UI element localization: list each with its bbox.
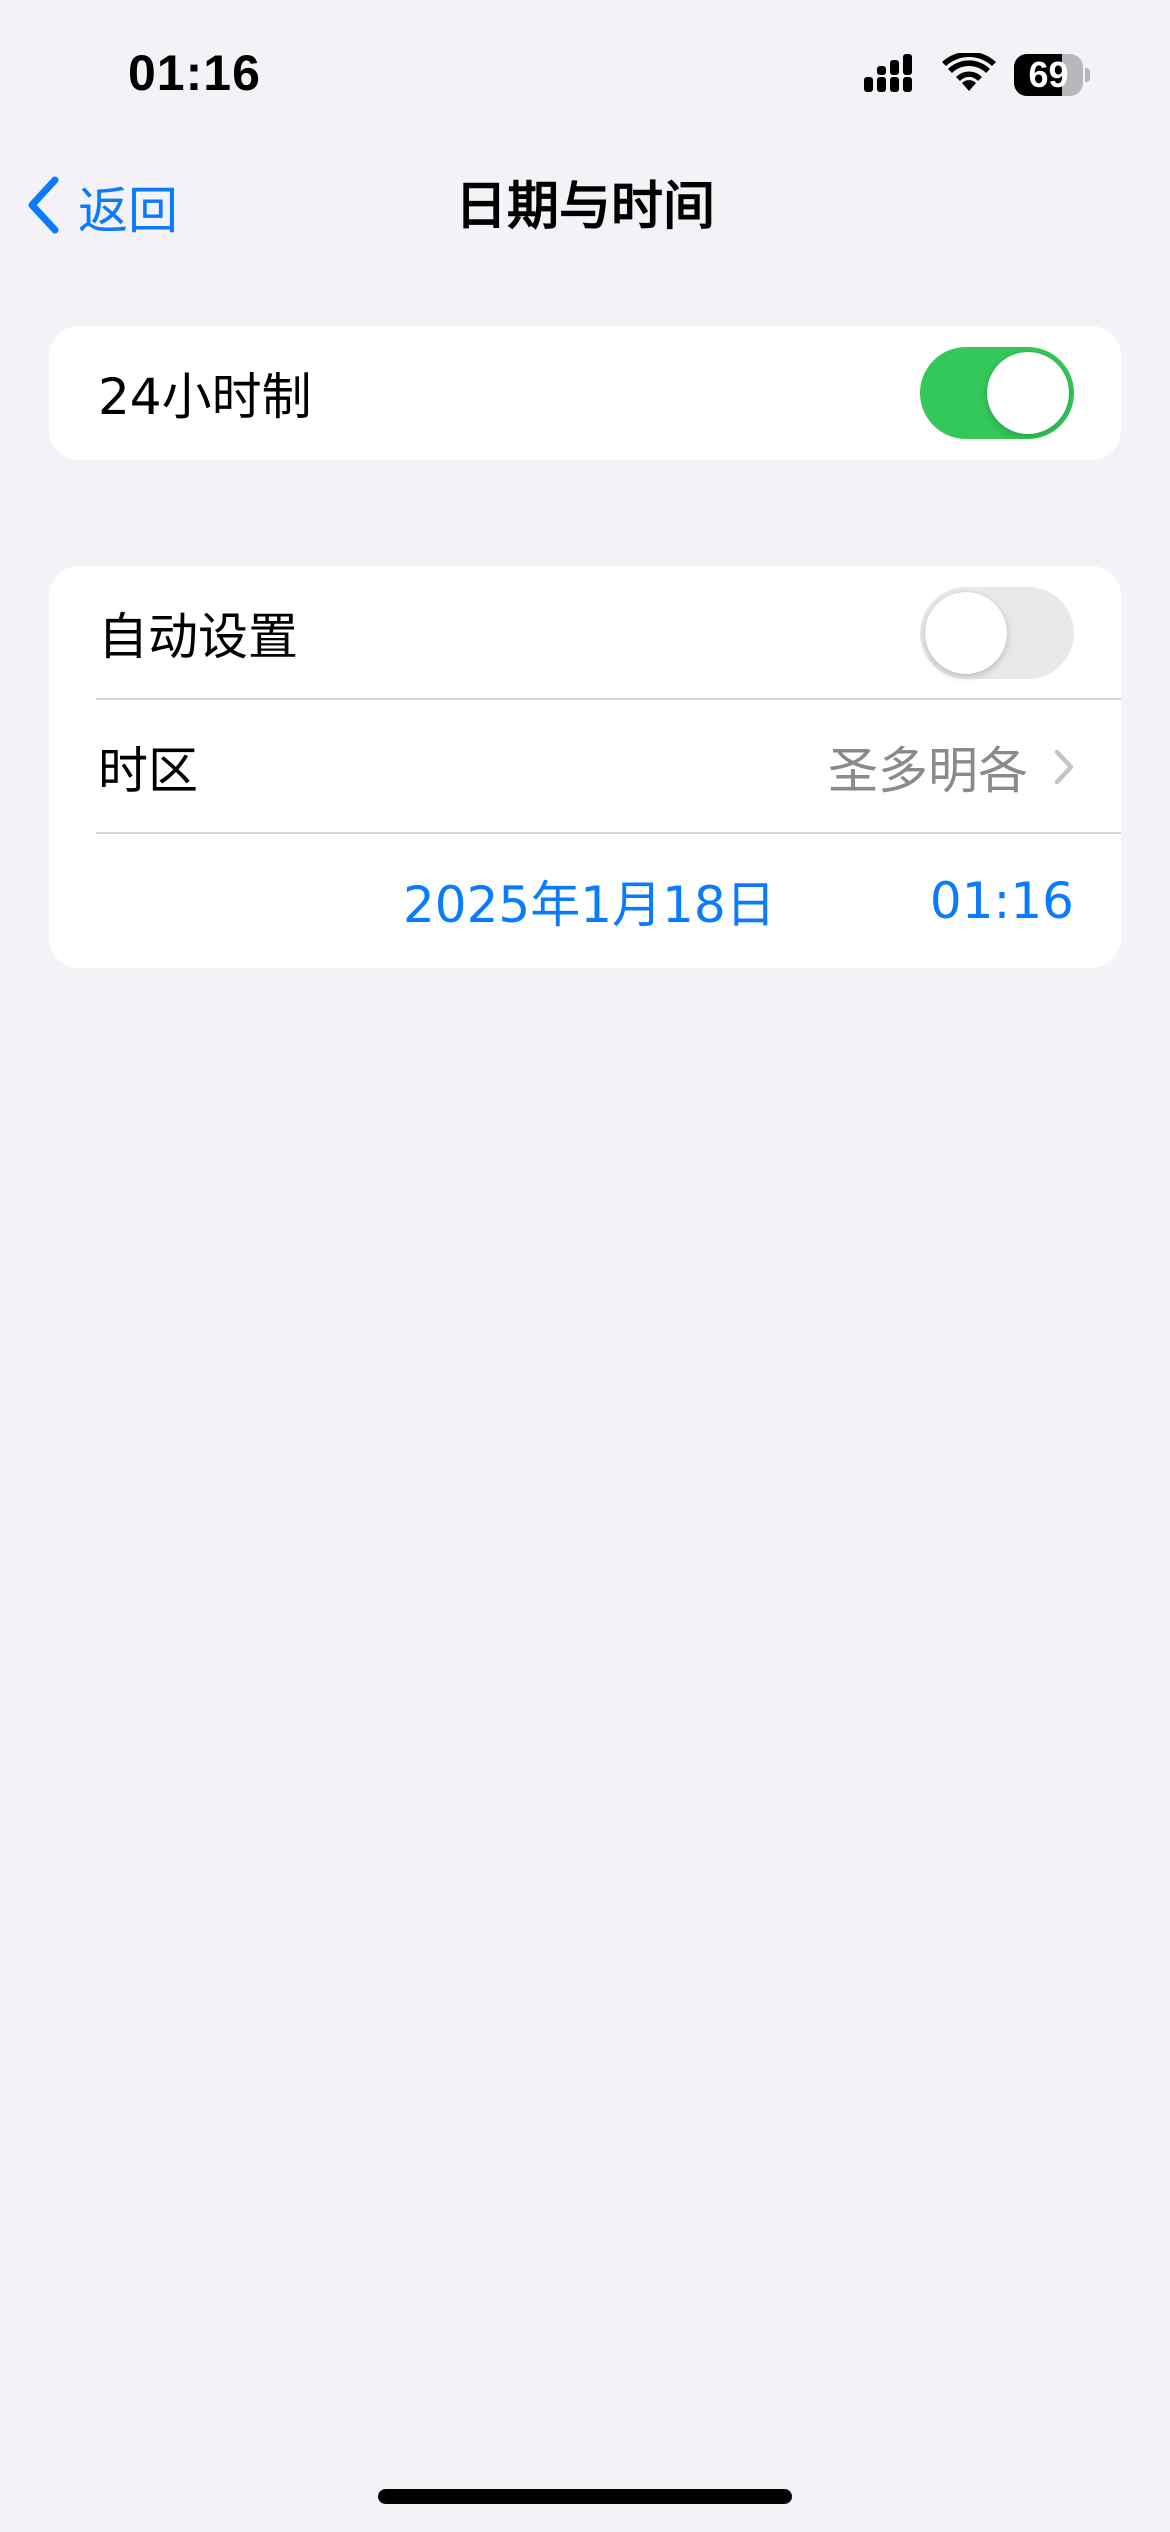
time-zone-row[interactable]: 时区 圣多明各 [49, 700, 1121, 834]
toggle-knob [925, 592, 1007, 674]
time-button[interactable]: 01:16 [930, 872, 1074, 930]
auto-set-label: 自动设置 [98, 608, 298, 666]
toggle-knob [987, 352, 1069, 434]
hour24-label: 24小时制 [98, 368, 312, 426]
settings-screen: 01:16 69 返回 日期与时间 24小时制 自动设置 时区 圣多明各 202… [0, 0, 1170, 2532]
datetime-group: 自动设置 时区 圣多明各 2025年1月18日 01:16 [49, 566, 1121, 968]
status-icons: 69 [864, 50, 1090, 100]
battery-body: 69 [1014, 54, 1084, 96]
wifi-icon [942, 51, 996, 97]
battery-icon: 69 [1014, 54, 1090, 96]
datetime-row: 2025年1月18日 01:16 [49, 834, 1121, 968]
home-indicator[interactable] [378, 2489, 792, 2504]
time-zone-value: 圣多明各 [828, 742, 1028, 800]
battery-cap [1085, 68, 1090, 82]
battery-level: 69 [1028, 54, 1069, 95]
time-zone-label: 时区 [98, 742, 198, 800]
chevron-right-icon [1054, 749, 1074, 785]
cellular-signal-icon [864, 53, 924, 97]
date-button[interactable]: 2025年1月18日 [403, 865, 776, 937]
auto-set-row: 自动设置 [49, 566, 1121, 700]
time-format-group: 24小时制 [49, 326, 1121, 460]
status-time: 01:16 [128, 45, 261, 101]
hour24-row: 24小时制 [49, 326, 1121, 460]
hour24-toggle[interactable] [920, 347, 1074, 439]
page-title: 日期与时间 [454, 177, 715, 237]
auto-set-toggle[interactable] [920, 587, 1074, 679]
